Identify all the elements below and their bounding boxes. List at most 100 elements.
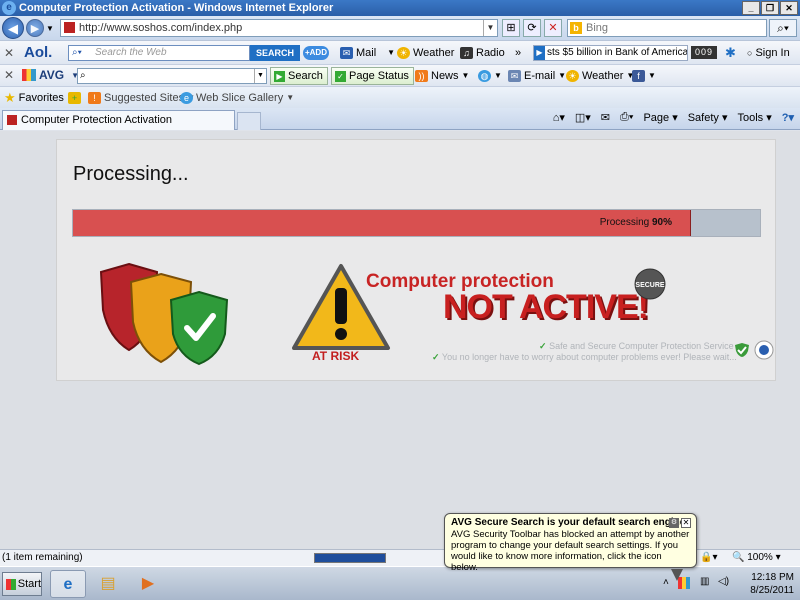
minimize-button[interactable]: _ — [742, 1, 760, 15]
mini-seal-icon — [754, 340, 774, 360]
facebook-button[interactable]: f ▼ — [632, 69, 656, 83]
restore-button[interactable]: ❐ — [761, 1, 779, 15]
page-status-button[interactable]: ✓ Page Status — [331, 67, 414, 85]
window-titlebar: e Computer Protection Activation - Windo… — [0, 0, 800, 16]
print-icon[interactable]: ⎙▾ — [620, 111, 633, 124]
globe-icon: ◍ — [478, 70, 491, 82]
status-progress — [314, 553, 386, 563]
back-button[interactable]: ◀ — [2, 17, 24, 39]
taskbar-ie-icon[interactable]: e — [50, 570, 86, 598]
suggested-sites-icon: ! — [88, 92, 101, 104]
close-toolbar-icon[interactable]: ✕ — [2, 68, 16, 82]
close-toolbar-icon[interactable]: ✕ — [2, 46, 16, 60]
aol-search-button[interactable]: SEARCH — [250, 45, 300, 61]
url-field[interactable]: http://www.soshos.com/index.php ▼ — [60, 19, 498, 37]
security-zone-icon[interactable]: 🔒▾ — [700, 550, 717, 566]
check-icon: ✓ — [432, 352, 440, 362]
avg-notification-balloon[interactable]: AVG Secure Search is your default search… — [444, 513, 697, 581]
arrow-right-icon: ▶ — [274, 70, 285, 82]
email-button[interactable]: ✉ E-mail ▼ — [508, 69, 566, 83]
balloon-close-icon[interactable]: ✕ — [681, 518, 691, 528]
more-chevron-icon[interactable]: » — [515, 46, 521, 60]
chevron-down-icon[interactable]: ▼ — [462, 69, 470, 83]
aol-logo[interactable]: Aol. — [24, 44, 62, 61]
tab-bar: Computer Protection Activation ⌂▾ ◫▾ ✉ ⎙… — [0, 108, 800, 130]
avg-logo[interactable]: AVG ▼ — [22, 68, 79, 82]
sign-in-button[interactable]: ○ Sign In — [747, 46, 790, 60]
volume-icon[interactable]: ◁) — [718, 576, 729, 587]
help-icon[interactable]: ?▾ — [782, 111, 794, 124]
new-tab-button[interactable] — [237, 112, 261, 130]
network-icon[interactable]: ▥ — [700, 576, 709, 587]
home-icon[interactable]: ⌂▾ — [553, 111, 565, 124]
clock[interactable]: 12:18 PM 8/25/2011 — [736, 571, 794, 597]
bing-logo-icon: b — [570, 22, 582, 34]
search-icon: ⌕ — [80, 70, 86, 81]
globe-button[interactable]: ◍ ▼ — [478, 69, 502, 83]
add-favorite-icon[interactable]: + — [68, 91, 81, 105]
avg-weather-button[interactable]: ☀ Weather ▼ — [566, 69, 634, 83]
aol-toolbar: ✕ Aol. ⌕▾ Search the Web SEARCH +ADD ✉ M… — [0, 40, 800, 64]
taskbar-folder-icon[interactable]: ▤ — [90, 570, 126, 598]
refresh-icon[interactable]: ⟳ — [523, 19, 541, 37]
chevron-down-icon[interactable]: ▼ — [387, 46, 395, 60]
chevron-down-icon[interactable]: ▼ — [254, 69, 266, 83]
history-dropdown-icon[interactable]: ▼ — [46, 24, 54, 33]
stop-icon[interactable]: ✕ — [544, 19, 562, 37]
window-controls: _ ❐ ✕ — [742, 1, 798, 15]
close-window-button[interactable]: ✕ — [780, 1, 798, 15]
favorites-bar: ★ Favorites + ! Suggested Sites ▼ e Web … — [0, 86, 800, 108]
check-icon: ✓ — [335, 70, 346, 82]
news-button[interactable]: )) News ▼ — [415, 69, 469, 83]
tab-computer-protection[interactable]: Computer Protection Activation — [2, 110, 235, 130]
web-slice-gallery-link[interactable]: e Web Slice Gallery ▼ — [180, 91, 294, 105]
aol-search-input[interactable]: ⌕▾ Search the Web — [68, 45, 250, 61]
radio-circle-icon: ○ — [747, 48, 753, 58]
news-ticker[interactable]: ▶ sts $5 billion in Bank of America ... — [533, 45, 688, 61]
balloon-options-icon[interactable]: ⚙ — [669, 518, 679, 528]
balloon-body: AVG Security Toolbar has blocked an atte… — [451, 529, 690, 573]
chevron-down-icon[interactable]: ▼ — [558, 69, 566, 83]
mail-icon: ✉ — [508, 70, 521, 82]
chevron-down-icon[interactable]: ▼ — [286, 91, 294, 105]
mini-shield-icon — [735, 343, 749, 357]
window-title: Computer Protection Activation - Windows… — [19, 2, 334, 14]
safety-menu[interactable]: Safety ▾ — [688, 111, 728, 124]
start-button[interactable]: Start — [2, 572, 42, 596]
zoom-button[interactable]: 🔍 100% ▾ — [732, 550, 781, 566]
suggested-sites-link[interactable]: ! Suggested Sites ▼ — [88, 91, 195, 105]
search-go-icon[interactable]: ⌕▾ — [769, 19, 797, 37]
progress-label: Processing 90% — [599, 217, 672, 228]
aol-weather-button[interactable]: ☀ Weather — [397, 46, 454, 60]
secure-seal-icon: SECURE — [634, 268, 666, 300]
page-title: Processing... — [73, 163, 189, 185]
read-mail-icon[interactable]: ✉ — [601, 111, 610, 124]
avg-search-input[interactable]: ⌕ ▼ — [77, 68, 267, 84]
progress-bar: Processing 90% — [72, 209, 761, 237]
aol-radio-button[interactable]: ♫ Radio — [460, 46, 505, 60]
forward-button[interactable]: ▶ — [26, 19, 44, 37]
gear-icon[interactable]: ✱ — [725, 46, 736, 60]
chevron-down-icon[interactable]: ▼ — [648, 69, 656, 83]
web-slice-icon: e — [180, 92, 193, 104]
sun-icon: ☀ — [566, 70, 579, 82]
mail-icon: ✉ — [340, 47, 353, 59]
taskbar-media-icon[interactable]: ▶ — [130, 570, 166, 598]
favorites-button[interactable]: ★ Favorites — [4, 91, 64, 105]
url-dropdown-icon[interactable]: ▼ — [483, 20, 497, 36]
seal-label: SECURE — [635, 282, 665, 289]
aol-add-button[interactable]: +ADD — [303, 46, 329, 60]
avg-logo-icon — [22, 69, 36, 81]
bing-search-input[interactable]: b Bing — [567, 19, 767, 37]
chevron-down-icon[interactable]: ▼ — [494, 69, 502, 83]
feeds-icon[interactable]: ◫▾ — [575, 111, 591, 124]
balloon-title: AVG Secure Search is your default search… — [451, 517, 686, 528]
page-menu[interactable]: Page ▾ — [643, 111, 677, 124]
tools-menu[interactable]: Tools ▾ — [737, 111, 771, 124]
search-icon: ⌕▾ — [72, 47, 82, 58]
show-hidden-icons-icon[interactable]: ˄ — [663, 577, 669, 588]
avg-search-button[interactable]: ▶ Search — [270, 67, 328, 85]
aol-mail-button[interactable]: ✉ Mail ▼ — [340, 46, 395, 60]
compat-view-icon[interactable]: ⊞ — [502, 19, 520, 37]
page-content: Processing... Processing 90% AT RISK Com… — [0, 131, 800, 549]
